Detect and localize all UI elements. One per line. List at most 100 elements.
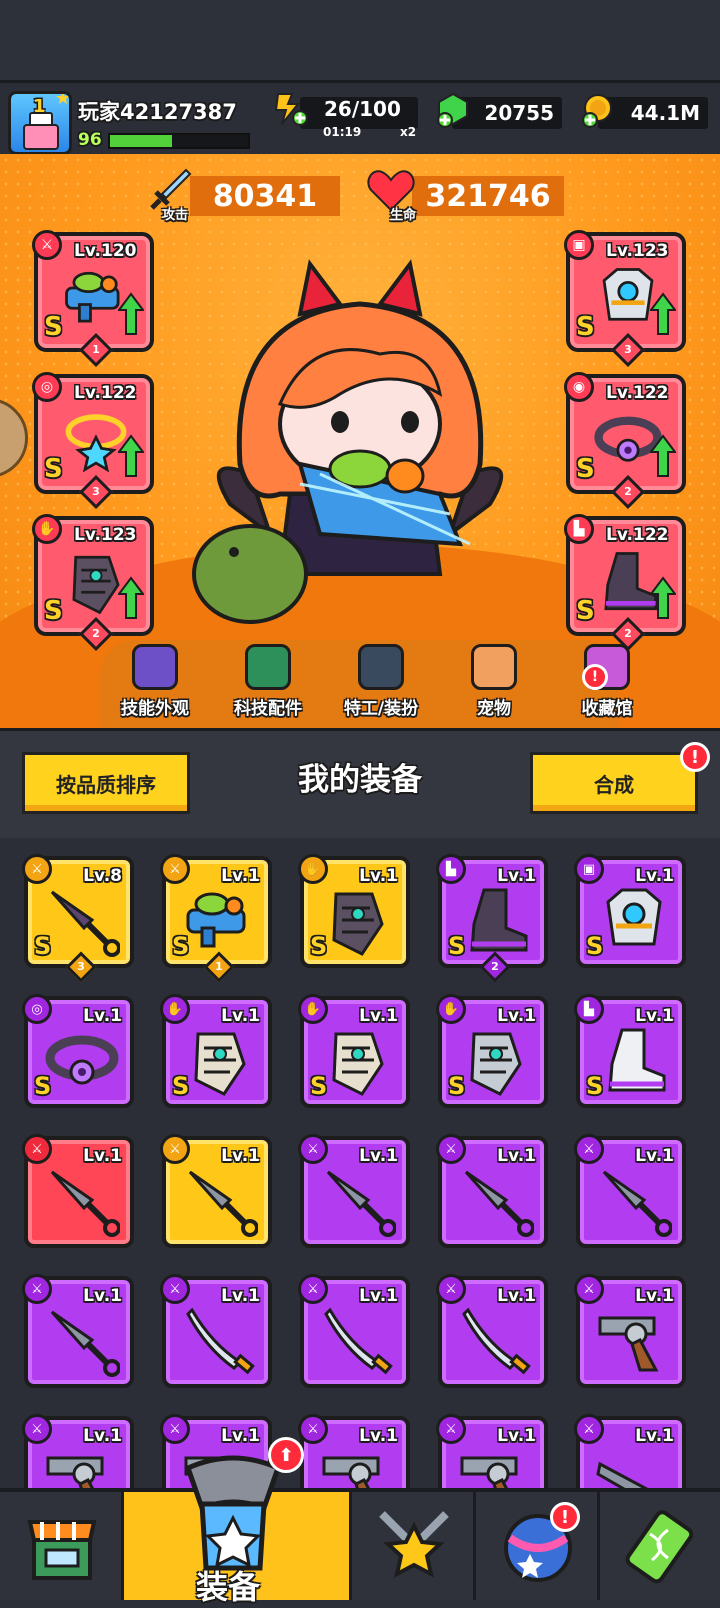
player-name: 玩家42127387 bbox=[78, 100, 237, 124]
nav-battle-tab[interactable] bbox=[352, 1492, 476, 1600]
energy-timer: 01:19 bbox=[323, 125, 362, 139]
menu-label: 收藏馆 bbox=[581, 699, 633, 719]
slot-level: Lv.122 bbox=[606, 525, 669, 545]
item-level: Lv.1 bbox=[497, 1426, 536, 1446]
glove-icon: ✋ bbox=[298, 994, 328, 1024]
menu-agent[interactable]: 特工/装扮 bbox=[326, 644, 436, 724]
hero-character[interactable] bbox=[190, 244, 530, 644]
equipped-slot-armor[interactable]: ▣ Lv.123 S 3 bbox=[564, 230, 686, 367]
inventory-item[interactable]: ⚔ Lv.1 bbox=[574, 1134, 686, 1248]
equipped-slot-gloves[interactable]: ✋ Lv.123 S 2 bbox=[32, 514, 154, 651]
item-level: Lv.1 bbox=[359, 866, 398, 886]
inventory-item[interactable]: ⚔ Lv.1 bbox=[436, 1414, 548, 1488]
item-level: Lv.1 bbox=[497, 1006, 536, 1026]
grade-badge: S bbox=[576, 454, 595, 484]
inventory-item[interactable]: ⚔ Lv.1 bbox=[22, 1414, 134, 1488]
inventory-item[interactable]: ⚔ Lv.1 bbox=[160, 1274, 272, 1388]
slot-level: Lv.120 bbox=[74, 241, 137, 261]
item-level: Lv.1 bbox=[359, 1006, 398, 1026]
necklace-icon: ◎ bbox=[32, 372, 62, 402]
menu-tech-part[interactable]: 科技配件 bbox=[213, 644, 323, 724]
inventory-item[interactable]: ▙ Lv.1 S2 bbox=[436, 854, 548, 983]
equipped-slot-weapon[interactable]: ⚔ Lv.120 S 1 bbox=[32, 230, 154, 367]
equipped-slot-necklace[interactable]: ◎ Lv.122 S 3 bbox=[32, 372, 154, 509]
revolver-icon bbox=[322, 1456, 380, 1488]
inventory-item[interactable]: ⚔ Lv.1 bbox=[574, 1274, 686, 1388]
grade-badge: S bbox=[448, 1072, 466, 1100]
katana-icon bbox=[324, 1307, 393, 1375]
inventory-item[interactable]: ✋ Lv.1 S bbox=[298, 854, 410, 968]
item-level: Lv.1 bbox=[83, 1286, 122, 1306]
sort-quality-button[interactable]: 按品质排序 bbox=[22, 752, 190, 814]
sneaker-icon bbox=[608, 1028, 666, 1092]
sword-icon: ⚔ bbox=[160, 1274, 190, 1304]
slot-level: Lv.123 bbox=[74, 525, 137, 545]
inventory-item[interactable]: ⚔ Lv.1 bbox=[298, 1414, 410, 1488]
katana-icon bbox=[186, 1307, 255, 1375]
xp-fill bbox=[110, 135, 173, 147]
player-avatar[interactable]: 1 ★ bbox=[8, 91, 72, 155]
hp-label: 生命 bbox=[390, 208, 417, 223]
upgrade-arrow-icon bbox=[118, 292, 144, 335]
inventory-item[interactable]: ⚔ Lv.8 S3 bbox=[22, 854, 134, 983]
necklace-icon: ◎ bbox=[22, 994, 52, 1024]
inventory-item[interactable]: ⚔ Lv.1 bbox=[298, 1134, 410, 1248]
item-level: Lv.1 bbox=[359, 1286, 398, 1306]
nav-shop-tab[interactable] bbox=[0, 1492, 124, 1600]
inventory-item[interactable]: ✋ Lv.1 S bbox=[436, 994, 548, 1108]
nav-lab-tab[interactable] bbox=[600, 1492, 720, 1600]
collection-alert-badge: ! bbox=[582, 664, 608, 690]
menu-collection[interactable]: 收藏馆 bbox=[552, 644, 662, 724]
revolver-icon bbox=[598, 1316, 659, 1372]
inventory-item[interactable]: ◎ Lv.1 S bbox=[22, 994, 134, 1108]
upgrade-arrow-icon bbox=[650, 434, 676, 477]
kunai-icon bbox=[50, 1170, 120, 1237]
inventory-item[interactable]: ✋ Lv.1 S bbox=[298, 994, 410, 1108]
sword-icon: ⚔ bbox=[574, 1134, 604, 1164]
glove-icon: ✋ bbox=[298, 854, 328, 884]
star-icon: ★ bbox=[54, 91, 71, 109]
inventory-item[interactable]: ⚔ Lv.1 bbox=[298, 1274, 410, 1388]
inventory-item[interactable]: ▙ Lv.1 S bbox=[574, 994, 686, 1108]
slot-level: Lv.122 bbox=[74, 383, 137, 403]
tech-part-icon bbox=[245, 644, 291, 690]
sword-icon: ⚔ bbox=[574, 1414, 604, 1444]
merge-button[interactable]: 合成 bbox=[530, 752, 698, 814]
sword-icon: ⚔ bbox=[32, 230, 62, 260]
inventory-item[interactable]: ⚔ Lv.1 bbox=[574, 1414, 686, 1488]
inventory-item[interactable]: ⚔ Lv.1 bbox=[160, 1134, 272, 1248]
sword-icon: ⚔ bbox=[298, 1274, 328, 1304]
nav-world-tab[interactable] bbox=[476, 1492, 600, 1600]
shop-icon bbox=[27, 1520, 97, 1580]
kunai-icon bbox=[464, 1170, 534, 1237]
inventory-grid: ⚔ Lv.8 S 3 ⚔ Lv.1 S 1 ✋ Lv.1 S ▙ Lv.1 S 2 ▣ Lv.… bbox=[0, 838, 720, 1488]
menu-skill-skin[interactable]: 技能外观 bbox=[100, 644, 210, 724]
equipment-title: 我的装备 bbox=[298, 762, 422, 798]
tech-glove-icon bbox=[332, 1032, 384, 1096]
katana-icon bbox=[462, 1307, 531, 1375]
menu-label: 特工/装扮 bbox=[343, 699, 419, 719]
inventory-item[interactable]: ⚔ Lv.1 bbox=[436, 1274, 548, 1388]
inventory-item[interactable]: ▣ Lv.1 S bbox=[574, 854, 686, 968]
grade-badge: S bbox=[576, 596, 595, 626]
pet-icon bbox=[471, 644, 517, 690]
inventory-item[interactable]: ⚔ Lv.1 S1 bbox=[160, 854, 272, 983]
equipped-slot-boots[interactable]: ▙ Lv.122 S 2 bbox=[564, 514, 686, 651]
xp-bar bbox=[108, 133, 250, 149]
shotgun-icon bbox=[596, 1461, 648, 1488]
inventory-item[interactable]: ⚔ Lv.1 bbox=[22, 1134, 134, 1248]
status-bar bbox=[0, 0, 720, 80]
inventory-item[interactable]: ✋ Lv.1 S bbox=[160, 994, 272, 1108]
equipped-slot-belt[interactable]: ◉ Lv.122 S 2 bbox=[564, 372, 686, 509]
menu-pet[interactable]: 宠物 bbox=[439, 644, 549, 724]
dark-kunai-icon bbox=[50, 890, 120, 957]
inventory-item[interactable]: ⚔ Lv.1 bbox=[22, 1274, 134, 1388]
grade-badge: S bbox=[310, 1072, 328, 1100]
inventory-item[interactable]: ⚔ Lv.1 bbox=[436, 1134, 548, 1248]
slot-level: Lv.123 bbox=[606, 241, 669, 261]
menu-label: 技能外观 bbox=[121, 699, 189, 719]
glove-icon: ✋ bbox=[160, 994, 190, 1024]
sword-icon: ⚔ bbox=[160, 854, 190, 884]
item-level: Lv.1 bbox=[635, 1426, 674, 1446]
water-gun-icon bbox=[186, 892, 246, 948]
